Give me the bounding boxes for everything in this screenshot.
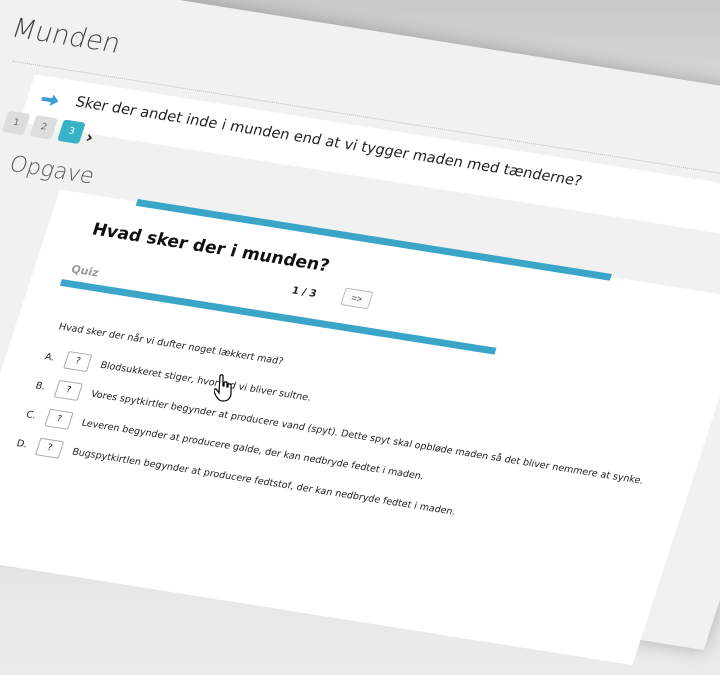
question-text: Sker der andet inde i munden end at vi t… [73,94,584,189]
page-1-button[interactable]: 1 [2,111,31,136]
answer-dropdown[interactable]: ? [63,351,92,372]
section-title: Opgave [6,152,97,189]
option-letter: B. [34,380,55,393]
answer-dropdown[interactable]: ? [35,438,64,459]
arrow-right-icon [39,92,61,108]
option-letter: C. [25,409,46,422]
quiz-label: Quiz [69,263,100,280]
quiz-card: Hvad sker der i munden? Quiz 1 / 3 => Hv… [0,190,720,665]
page-title: Munden [8,13,125,60]
option-letter: D. [15,438,36,451]
page: Munden Sker der andet inde i munden end … [0,0,720,650]
hand-cursor-icon [214,374,234,402]
answer-dropdown[interactable]: ? [54,380,83,401]
quiz-progress-bar [60,279,497,355]
question-counter: 1 / 3 [290,285,318,299]
option-letter: A. [43,351,64,364]
answer-dropdown[interactable]: ? [44,409,73,430]
next-button[interactable]: => [340,288,373,310]
